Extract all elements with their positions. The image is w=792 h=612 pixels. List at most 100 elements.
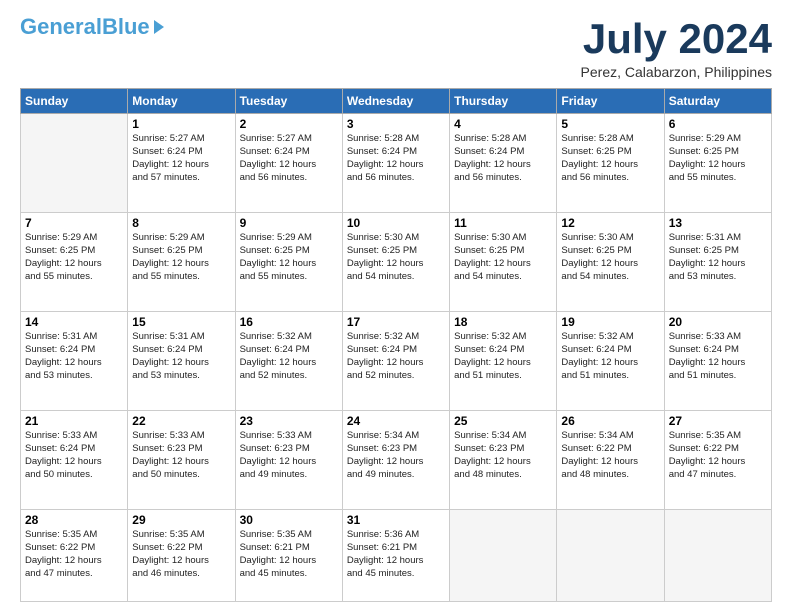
main-title: July 2024 xyxy=(581,16,772,62)
day-info: Sunrise: 5:29 AMSunset: 6:25 PMDaylight:… xyxy=(132,232,230,283)
day-number: 18 xyxy=(454,315,552,329)
day-number: 30 xyxy=(240,513,338,527)
day-info: Sunrise: 5:29 AMSunset: 6:25 PMDaylight:… xyxy=(669,133,767,184)
day-info: Sunrise: 5:27 AMSunset: 6:24 PMDaylight:… xyxy=(132,133,230,184)
calendar-day-cell: 31 Sunrise: 5:36 AMSunset: 6:21 PMDayligh… xyxy=(342,510,449,602)
day-info: Sunrise: 5:35 AMSunset: 6:22 PMDaylight:… xyxy=(25,529,123,580)
day-info: Sunrise: 5:34 AMSunset: 6:23 PMDaylight:… xyxy=(347,430,445,481)
calendar-day-cell: 14 Sunrise: 5:31 AMSunset: 6:24 PMDayligh… xyxy=(21,312,128,411)
day-number: 22 xyxy=(132,414,230,428)
day-info: Sunrise: 5:33 AMSunset: 6:23 PMDaylight:… xyxy=(240,430,338,481)
calendar-week-row: 1 Sunrise: 5:27 AMSunset: 6:24 PMDaylight… xyxy=(21,114,772,213)
day-info: Sunrise: 5:30 AMSunset: 6:25 PMDaylight:… xyxy=(561,232,659,283)
calendar-day-cell: 1 Sunrise: 5:27 AMSunset: 6:24 PMDaylight… xyxy=(128,114,235,213)
title-block: July 2024 Perez, Calabarzon, Philippines xyxy=(581,16,772,80)
day-info: Sunrise: 5:31 AMSunset: 6:24 PMDaylight:… xyxy=(25,331,123,382)
day-info: Sunrise: 5:34 AMSunset: 6:23 PMDaylight:… xyxy=(454,430,552,481)
day-number: 16 xyxy=(240,315,338,329)
day-number: 26 xyxy=(561,414,659,428)
day-of-week-header: Saturday xyxy=(664,89,771,114)
calendar-week-row: 14 Sunrise: 5:31 AMSunset: 6:24 PMDayligh… xyxy=(21,312,772,411)
day-number: 6 xyxy=(669,117,767,131)
day-info: Sunrise: 5:30 AMSunset: 6:25 PMDaylight:… xyxy=(454,232,552,283)
day-number: 15 xyxy=(132,315,230,329)
logo-blue: Blue xyxy=(102,14,150,39)
day-info: Sunrise: 5:30 AMSunset: 6:25 PMDaylight:… xyxy=(347,232,445,283)
day-of-week-header: Wednesday xyxy=(342,89,449,114)
day-info: Sunrise: 5:35 AMSunset: 6:22 PMDaylight:… xyxy=(132,529,230,580)
day-info: Sunrise: 5:29 AMSunset: 6:25 PMDaylight:… xyxy=(240,232,338,283)
calendar-day-cell: 27Sunrise: 5:35 AMSunset: 6:22 PMDayligh… xyxy=(664,411,771,510)
calendar-empty-cell xyxy=(557,510,664,602)
subtitle: Perez, Calabarzon, Philippines xyxy=(581,64,772,80)
calendar-empty-cell xyxy=(21,114,128,213)
calendar-day-cell: 18 Sunrise: 5:32 AMSunset: 6:24 PMDayligh… xyxy=(450,312,557,411)
day-number: 31 xyxy=(347,513,445,527)
calendar-week-row: 7 Sunrise: 5:29 AMSunset: 6:25 PMDaylight… xyxy=(21,213,772,312)
calendar-day-cell: 30Sunrise: 5:35 AMSunset: 6:21 PMDayligh… xyxy=(235,510,342,602)
calendar-day-cell: 15 Sunrise: 5:31 AMSunset: 6:24 PMDayligh… xyxy=(128,312,235,411)
calendar-day-cell: 29 Sunrise: 5:35 AMSunset: 6:22 PMDayligh… xyxy=(128,510,235,602)
calendar-day-cell: 23 Sunrise: 5:33 AMSunset: 6:23 PMDayligh… xyxy=(235,411,342,510)
day-info: Sunrise: 5:31 AMSunset: 6:25 PMDaylight:… xyxy=(669,232,767,283)
day-info: Sunrise: 5:31 AMSunset: 6:24 PMDaylight:… xyxy=(132,331,230,382)
day-number: 17 xyxy=(347,315,445,329)
day-number: 9 xyxy=(240,216,338,230)
day-number: 2 xyxy=(240,117,338,131)
calendar-day-cell: 26 Sunrise: 5:34 AMSunset: 6:22 PMDayligh… xyxy=(557,411,664,510)
day-number: 4 xyxy=(454,117,552,131)
day-info: Sunrise: 5:33 AMSunset: 6:24 PMDaylight:… xyxy=(669,331,767,382)
calendar-day-cell: 2 Sunrise: 5:27 AMSunset: 6:24 PMDaylight… xyxy=(235,114,342,213)
day-info: Sunrise: 5:28 AMSunset: 6:24 PMDaylight:… xyxy=(347,133,445,184)
calendar-day-cell: 9 Sunrise: 5:29 AMSunset: 6:25 PMDaylight… xyxy=(235,213,342,312)
calendar-empty-cell xyxy=(664,510,771,602)
calendar-empty-cell xyxy=(450,510,557,602)
calendar-day-cell: 4 Sunrise: 5:28 AMSunset: 6:24 PMDaylight… xyxy=(450,114,557,213)
logo-arrow-icon xyxy=(154,20,164,34)
day-of-week-header: Thursday xyxy=(450,89,557,114)
day-number: 5 xyxy=(561,117,659,131)
calendar-day-cell: 28 Sunrise: 5:35 AMSunset: 6:22 PMDayligh… xyxy=(21,510,128,602)
header: GeneralBlue July 2024 Perez, Calabarzon,… xyxy=(20,16,772,80)
calendar-day-cell: 25 Sunrise: 5:34 AMSunset: 6:23 PMDayligh… xyxy=(450,411,557,510)
day-info: Sunrise: 5:27 AMSunset: 6:24 PMDaylight:… xyxy=(240,133,338,184)
calendar-day-cell: 12Sunrise: 5:30 AMSunset: 6:25 PMDayligh… xyxy=(557,213,664,312)
calendar-day-cell: 20 Sunrise: 5:33 AMSunset: 6:24 PMDayligh… xyxy=(664,312,771,411)
calendar-day-cell: 5 Sunrise: 5:28 AMSunset: 6:25 PMDaylight… xyxy=(557,114,664,213)
page: GeneralBlue July 2024 Perez, Calabarzon,… xyxy=(0,0,792,612)
day-info: Sunrise: 5:29 AMSunset: 6:25 PMDaylight:… xyxy=(25,232,123,283)
day-info: Sunrise: 5:33 AMSunset: 6:23 PMDaylight:… xyxy=(132,430,230,481)
day-info: Sunrise: 5:32 AMSunset: 6:24 PMDaylight:… xyxy=(454,331,552,382)
day-number: 24 xyxy=(347,414,445,428)
day-number: 28 xyxy=(25,513,123,527)
day-number: 29 xyxy=(132,513,230,527)
day-number: 3 xyxy=(347,117,445,131)
day-info: Sunrise: 5:32 AMSunset: 6:24 PMDaylight:… xyxy=(240,331,338,382)
day-number: 25 xyxy=(454,414,552,428)
logo-general: General xyxy=(20,14,102,39)
calendar-day-cell: 21Sunrise: 5:33 AMSunset: 6:24 PMDayligh… xyxy=(21,411,128,510)
day-info: Sunrise: 5:35 AMSunset: 6:22 PMDaylight:… xyxy=(669,430,767,481)
calendar-day-cell: 17 Sunrise: 5:32 AMSunset: 6:24 PMDayligh… xyxy=(342,312,449,411)
logo-text: GeneralBlue xyxy=(20,16,150,38)
day-number: 21 xyxy=(25,414,123,428)
day-number: 20 xyxy=(669,315,767,329)
day-number: 23 xyxy=(240,414,338,428)
calendar-day-cell: 8Sunrise: 5:29 AMSunset: 6:25 PMDaylight… xyxy=(128,213,235,312)
calendar-week-row: 28 Sunrise: 5:35 AMSunset: 6:22 PMDayligh… xyxy=(21,510,772,602)
day-number: 7 xyxy=(25,216,123,230)
calendar-day-cell: 19Sunrise: 5:32 AMSunset: 6:24 PMDayligh… xyxy=(557,312,664,411)
day-info: Sunrise: 5:28 AMSunset: 6:25 PMDaylight:… xyxy=(561,133,659,184)
day-info: Sunrise: 5:28 AMSunset: 6:24 PMDaylight:… xyxy=(454,133,552,184)
day-number: 11 xyxy=(454,216,552,230)
calendar-day-cell: 22 Sunrise: 5:33 AMSunset: 6:23 PMDayligh… xyxy=(128,411,235,510)
calendar-day-cell: 6 Sunrise: 5:29 AMSunset: 6:25 PMDaylight… xyxy=(664,114,771,213)
day-info: Sunrise: 5:36 AMSunset: 6:21 PMDaylight:… xyxy=(347,529,445,580)
day-of-week-header: Friday xyxy=(557,89,664,114)
day-number: 14 xyxy=(25,315,123,329)
day-info: Sunrise: 5:32 AMSunset: 6:24 PMDaylight:… xyxy=(347,331,445,382)
day-info: Sunrise: 5:34 AMSunset: 6:22 PMDaylight:… xyxy=(561,430,659,481)
day-number: 1 xyxy=(132,117,230,131)
day-number: 13 xyxy=(669,216,767,230)
calendar-day-cell: 24 Sunrise: 5:34 AMSunset: 6:23 PMDayligh… xyxy=(342,411,449,510)
